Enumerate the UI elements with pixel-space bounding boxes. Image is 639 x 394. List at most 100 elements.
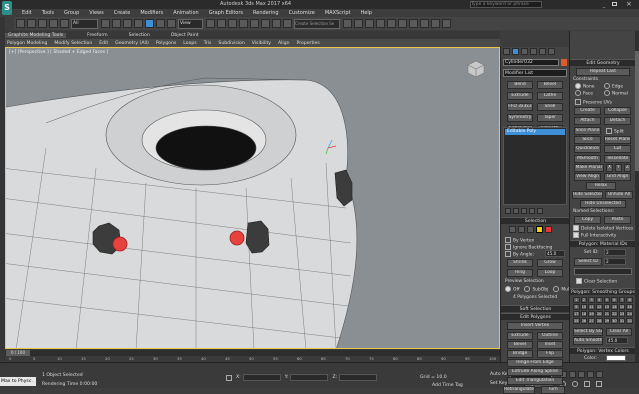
ribbon-tris[interactable]: Tris <box>204 41 212 46</box>
object-name-field[interactable]: Cylinder032 <box>503 59 559 66</box>
bind-space-warp-icon[interactable] <box>60 19 69 28</box>
smoothing-group-button[interactable]: 28 <box>595 318 603 324</box>
by-angle-checkbox[interactable]: By Angle: <box>505 251 534 258</box>
edit-geometry-rollout-header[interactable]: Edit Geometry <box>570 59 636 66</box>
smoothing-group-button[interactable]: 25 <box>573 318 580 324</box>
spinner-snap-icon[interactable] <box>272 19 281 28</box>
select-object-icon[interactable] <box>101 19 110 28</box>
keyboard-shortcut-icon[interactable] <box>228 19 237 28</box>
smoothing-group-button[interactable]: 21 <box>603 311 611 317</box>
ribbon-tab-object-paint[interactable]: Object Paint <box>171 33 199 38</box>
insert-vertex-button[interactable]: Insert Vertex <box>507 322 563 330</box>
smoothing-group-button[interactable]: 27 <box>588 318 595 324</box>
panel-scrollbar-thumb[interactable] <box>635 51 639 171</box>
menu-rendering[interactable]: Rendering <box>253 10 279 16</box>
motion-tab-icon[interactable] <box>530 48 537 55</box>
retriangulate-button[interactable]: Retriangulate <box>503 386 535 394</box>
smoothing-group-button[interactable]: 23 <box>618 311 626 317</box>
ribbon-align[interactable]: Align <box>278 41 290 46</box>
hinge-from-edge-button[interactable]: Hinge From Edge <box>507 359 563 367</box>
smoothing-group-button[interactable]: 15 <box>618 304 626 310</box>
maximize-icon[interactable] <box>612 2 617 6</box>
next-frame-icon[interactable] <box>587 371 594 378</box>
vertex-level-icon[interactable] <box>509 226 516 233</box>
select-id-button[interactable]: Select ID <box>574 258 602 266</box>
move-icon[interactable] <box>145 19 154 28</box>
add-time-tag[interactable]: Add Time Tag <box>432 383 463 388</box>
smoothing-group-button[interactable]: 30 <box>611 318 618 324</box>
graphite-toggle-icon[interactable] <box>376 19 385 28</box>
quickslice-button[interactable]: QuickSlice <box>574 145 601 153</box>
render-production-icon[interactable] <box>442 19 451 28</box>
schematic-view-icon[interactable] <box>398 19 407 28</box>
lock-selection-icon[interactable] <box>226 375 232 381</box>
menu-animation[interactable]: Animation <box>173 10 199 16</box>
create-tab-icon[interactable] <box>503 48 510 55</box>
ribbon-geometry-all[interactable]: Geometry (All) <box>115 41 149 46</box>
orbit-icon[interactable] <box>572 381 578 387</box>
flip-button[interactable]: Flip <box>537 350 563 358</box>
ribbon-modify-selection[interactable]: Modify Selection <box>54 41 92 46</box>
tessellate-button[interactable]: Tessellate <box>604 155 631 163</box>
collapse-button[interactable]: Collapse <box>604 107 631 115</box>
polygon-level-icon[interactable] <box>536 226 543 233</box>
modifier-taper-button[interactable]: Taper <box>537 114 563 122</box>
select-manipulate-icon[interactable] <box>217 19 226 28</box>
reset-plane-button[interactable]: Reset Plane <box>604 136 631 144</box>
ribbon-tab-graphite[interactable]: Graphite Modeling Tools <box>5 32 67 38</box>
reference-coordinate-dropdown[interactable]: View <box>178 18 203 29</box>
repeat-last-button[interactable]: Repeat Last <box>576 68 630 76</box>
x-field[interactable] <box>242 374 281 381</box>
soft-selection-rollout-header[interactable]: Soft Selection <box>501 305 570 312</box>
vertex-color-swatch[interactable] <box>606 355 626 361</box>
make-planar-button[interactable]: Make Planar <box>574 164 604 172</box>
loop-button[interactable]: Loop <box>537 269 563 277</box>
vertex-colors-rollout-header[interactable]: Polygon: Vertex Colors <box>570 347 636 354</box>
pan-icon[interactable] <box>584 381 590 387</box>
preview-off-radio[interactable]: Off <box>505 286 519 293</box>
hide-unselected-button[interactable]: Hide Unselected <box>580 200 626 208</box>
named-selection-input[interactable]: Create Selection Se <box>294 18 340 29</box>
preserve-uvs-checkbox[interactable]: Preserve UVs <box>575 99 612 106</box>
perspective-viewport[interactable]: [+] [Perspective ] [ Shaded + Edged Face… <box>5 47 500 349</box>
menu-help[interactable]: Help <box>361 10 372 16</box>
modifier-symmetry-button[interactable]: Symmetry <box>507 114 533 122</box>
ribbon-tab-selection[interactable]: Selection <box>129 33 150 38</box>
rotate-icon[interactable] <box>156 19 165 28</box>
edit-polygons-rollout-header[interactable]: Edit Polygons <box>501 313 570 320</box>
split-checkbox[interactable]: Split <box>606 128 624 135</box>
menu-tools[interactable]: Tools <box>42 10 54 16</box>
border-level-icon[interactable] <box>527 226 534 233</box>
modifier-extrude-button[interactable]: Extrude <box>507 92 533 100</box>
slice-plane-button[interactable]: Slice Plane <box>574 127 601 135</box>
smoothing-group-button[interactable]: 3 <box>588 297 595 303</box>
modifier-lathe-button[interactable]: Lathe <box>537 92 563 100</box>
percent-snap-icon[interactable] <box>261 19 270 28</box>
smoothing-group-button[interactable]: 19 <box>588 311 595 317</box>
ribbon-subdivision[interactable]: Subdivision <box>218 41 244 46</box>
app-logo-icon[interactable]: S <box>2 1 12 15</box>
attach-button[interactable]: Attach <box>574 117 601 125</box>
smoothing-group-button[interactable]: 5 <box>603 297 611 303</box>
clear-all-button[interactable]: Clear All <box>606 328 632 336</box>
align-icon[interactable] <box>354 19 363 28</box>
bridge-button[interactable]: Bridge <box>507 350 533 358</box>
z-field[interactable] <box>339 374 378 381</box>
ribbon-tab-freeform[interactable]: Freeform <box>87 33 107 38</box>
element-level-icon[interactable] <box>545 226 552 233</box>
smoothing-group-button[interactable]: 4 <box>595 297 603 303</box>
ring-button[interactable]: Ring <box>507 269 533 277</box>
panel-scrollbar[interactable] <box>635 31 639 362</box>
view-align-button[interactable]: View Align <box>574 173 601 181</box>
smoothing-group-button[interactable]: 17 <box>573 311 580 317</box>
planar-z-button[interactable]: Z <box>624 164 631 172</box>
constraint-face-radio[interactable]: Face <box>575 90 593 97</box>
undo-icon[interactable] <box>16 19 25 28</box>
edge-level-icon[interactable] <box>518 226 525 233</box>
smoothing-group-button[interactable]: 7 <box>618 297 626 303</box>
inset-button[interactable]: Inset <box>537 341 563 349</box>
play-icon[interactable] <box>578 371 585 378</box>
angle-snap-icon[interactable] <box>250 19 259 28</box>
pin-stack-icon[interactable] <box>505 208 511 214</box>
smoothing-group-button[interactable]: 6 <box>611 297 618 303</box>
